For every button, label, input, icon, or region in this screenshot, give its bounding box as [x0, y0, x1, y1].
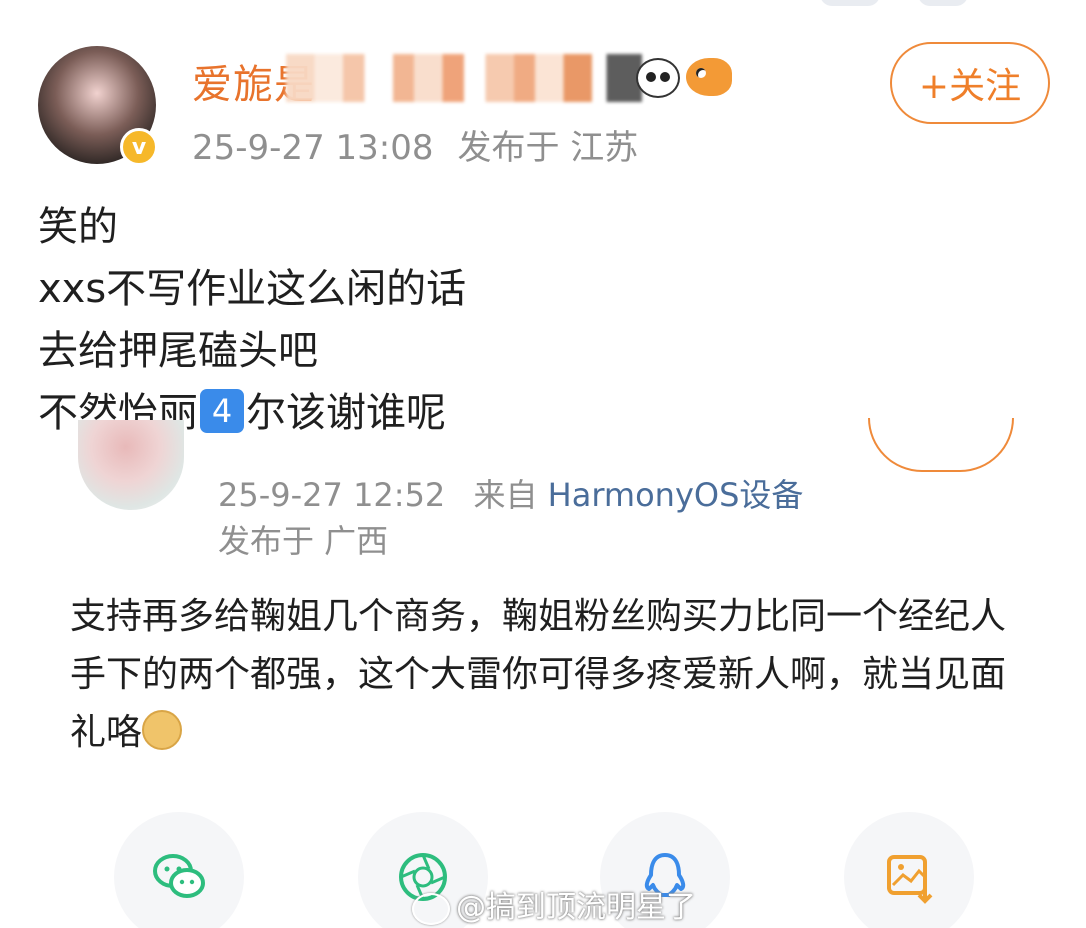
comment-device: HarmonyOS设备 — [547, 476, 804, 514]
watermark-text: @搞到顶流明星了 — [456, 890, 696, 925]
fish-badge-icon — [686, 58, 732, 96]
weibo-watermark: @搞到顶流明星了 — [412, 882, 696, 926]
cropped-top-element — [820, 0, 880, 6]
post-line: 笑的 — [38, 204, 118, 250]
save-image-button[interactable] — [844, 812, 974, 928]
comment-location: 发布于 广西 — [218, 522, 389, 560]
comment-source-prefix: 来自 — [473, 476, 538, 514]
save-image-icon — [887, 855, 933, 904]
verified-badge-icon: v — [120, 128, 158, 166]
post-meta: 25-9-27 13:08 发布于 江苏 — [192, 120, 638, 169]
wechat-icon — [153, 854, 205, 898]
keycap-four-emoji: 4 — [200, 389, 244, 433]
username-mosaic — [286, 54, 642, 102]
cropped-top-element — [918, 0, 968, 6]
panda-badge-icon — [636, 58, 680, 98]
share-wechat-button[interactable] — [114, 812, 244, 928]
post-body: 笑的 xxs不写作业这么闲的话 去给押尾磕头吧 不然怡丽 4 尔该谢谁呢 — [38, 196, 466, 444]
comment-timestamp: 25-9-27 12:52 — [218, 476, 446, 514]
cropped-follow-button — [868, 418, 1014, 472]
post-location: 发布于 江苏 — [457, 128, 639, 168]
post-line-part: 尔该谢谁呢 — [246, 390, 446, 436]
comment-text: 支持再多给鞠姐几个商务，鞠姐粉丝购买力比同一个经纪人手下的两个都强，这个大雷你可… — [70, 596, 1007, 753]
doge-emoji-icon — [142, 710, 183, 750]
weibo-logo-icon — [412, 892, 450, 925]
follow-button[interactable]: +关注 — [890, 42, 1050, 124]
weibo-post-screenshot: v 爱旎是 +关注 25-9-27 13:08 发布于 江苏 笑的 xxs不写作业… — [0, 0, 1086, 928]
post-line: 去给押尾磕头吧 — [38, 328, 318, 374]
post-timestamp: 25-9-27 13:08 — [192, 128, 434, 168]
post-line: xxs不写作业这么闲的话 — [38, 266, 467, 312]
commenter-avatar[interactable] — [78, 420, 184, 510]
comment-meta: 25-9-27 12:52 来自 HarmonyOS设备 — [218, 470, 803, 516]
comment-body: 支持再多给鞠姐几个商务，鞠姐粉丝购买力比同一个经纪人手下的两个都强，这个大雷你可… — [70, 588, 1030, 762]
